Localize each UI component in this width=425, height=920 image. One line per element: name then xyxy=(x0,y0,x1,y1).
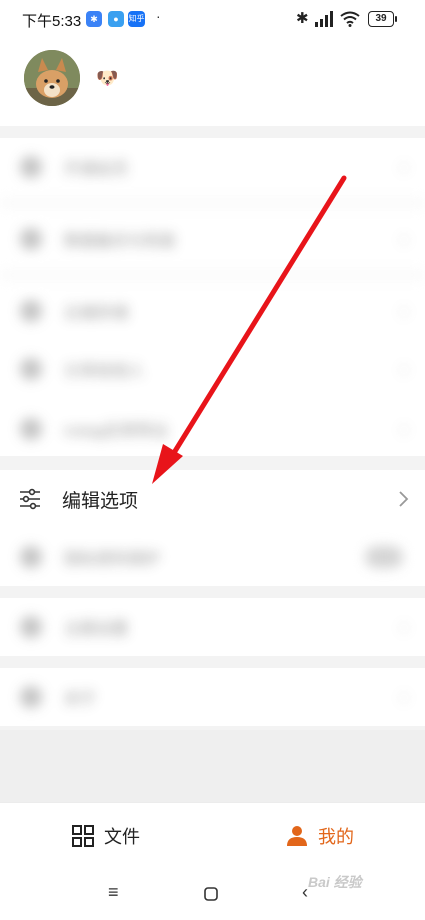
info-icon xyxy=(20,686,42,708)
grid-icon xyxy=(72,825,94,847)
file-icon xyxy=(20,418,42,440)
chevron-right-icon: › xyxy=(401,616,407,637)
edit-options-item[interactable]: 编辑选项 xyxy=(0,470,425,528)
sliders-icon xyxy=(20,488,40,510)
settings-icon xyxy=(20,616,42,638)
username: 🐶 xyxy=(96,68,119,88)
list-item[interactable]: 云端存储 › xyxy=(0,282,425,340)
zhihu-app-icon: 知乎 xyxy=(128,11,145,27)
tab-files-label: 文件 xyxy=(104,827,140,847)
watermark: Bai 经验 xyxy=(308,874,362,890)
tab-files[interactable]: 文件 xyxy=(72,823,140,849)
list-item-label: 隐私密码保护 xyxy=(64,551,161,568)
cloud-icon xyxy=(20,300,42,322)
lock-icon xyxy=(20,546,42,568)
menu-card-top: 开通会员 › 数据备份与恢复 › 云端存储 › 分享给他人 › notag应用导… xyxy=(0,138,425,456)
divider xyxy=(0,200,425,206)
home-icon[interactable] xyxy=(204,887,218,901)
profile-header: 🐶 xyxy=(0,38,425,126)
list-item-label: 主题设置 xyxy=(64,621,129,638)
list-item[interactable]: 隐私密码保护 xyxy=(0,528,425,586)
menu-card-about: 关于 › xyxy=(0,668,425,726)
list-item-label: 云端存储 xyxy=(64,305,129,322)
list-item-label: 分享给他人 xyxy=(64,363,145,380)
chevron-right-icon: › xyxy=(401,156,407,177)
divider xyxy=(0,272,425,278)
chevron-right-icon: › xyxy=(401,358,407,379)
avatar[interactable] xyxy=(24,50,80,106)
list-item[interactable]: 数据备份与恢复 › xyxy=(0,210,425,268)
battery-indicator: 39 xyxy=(368,11,397,27)
list-item-label: 开通会员 xyxy=(64,161,129,178)
chevron-right-icon xyxy=(399,491,409,507)
person-icon xyxy=(287,826,307,846)
list-item[interactable]: 分享给他人 › xyxy=(0,340,425,398)
more-notifications-dot: · xyxy=(156,8,161,24)
privacy-toggle[interactable] xyxy=(365,546,403,568)
bottom-tab-bar: 文件 我的 xyxy=(0,802,425,870)
chevron-right-icon: › xyxy=(401,300,407,321)
list-item[interactable]: 主题设置 › xyxy=(0,598,425,656)
bluetooth-app-icon: ✱ xyxy=(86,11,102,27)
bluetooth-icon: ✱ xyxy=(296,10,309,27)
list-item[interactable]: 关于 › xyxy=(0,668,425,726)
phone-icon xyxy=(20,228,42,250)
status-time: 下午5:33 xyxy=(22,13,82,30)
signal-icon xyxy=(315,11,333,27)
dog-photo-icon xyxy=(24,50,80,106)
empty-area xyxy=(0,730,425,802)
list-item-label: notag应用导出 xyxy=(64,423,169,440)
wifi-icon xyxy=(340,11,360,27)
tab-mine[interactable]: 我的 xyxy=(286,823,354,849)
menu-card-theme: 主题设置 › xyxy=(0,598,425,656)
edit-options-card: 编辑选项 xyxy=(0,470,425,528)
vip-icon xyxy=(20,156,42,178)
tab-mine-label: 我的 xyxy=(318,827,354,847)
chevron-right-icon: › xyxy=(401,418,407,439)
edit-options-label: 编辑选项 xyxy=(62,490,139,512)
chevron-right-icon: › xyxy=(401,686,407,707)
list-item-label: 关于 xyxy=(64,691,97,708)
list-item-label: 数据备份与恢复 xyxy=(64,233,177,250)
link-icon xyxy=(20,358,42,380)
chevron-right-icon: › xyxy=(401,228,407,249)
chat-app-icon: ● xyxy=(108,11,124,27)
menu-card-privacy: 隐私密码保护 xyxy=(0,528,425,586)
menu-icon[interactable]: ≡ xyxy=(108,882,119,903)
list-item[interactable]: notag应用导出 › xyxy=(0,400,425,458)
list-item[interactable]: 开通会员 › xyxy=(0,138,425,196)
status-bar: 下午5:33 ✱ ● 知乎 · ✱ 39 xyxy=(0,0,425,38)
